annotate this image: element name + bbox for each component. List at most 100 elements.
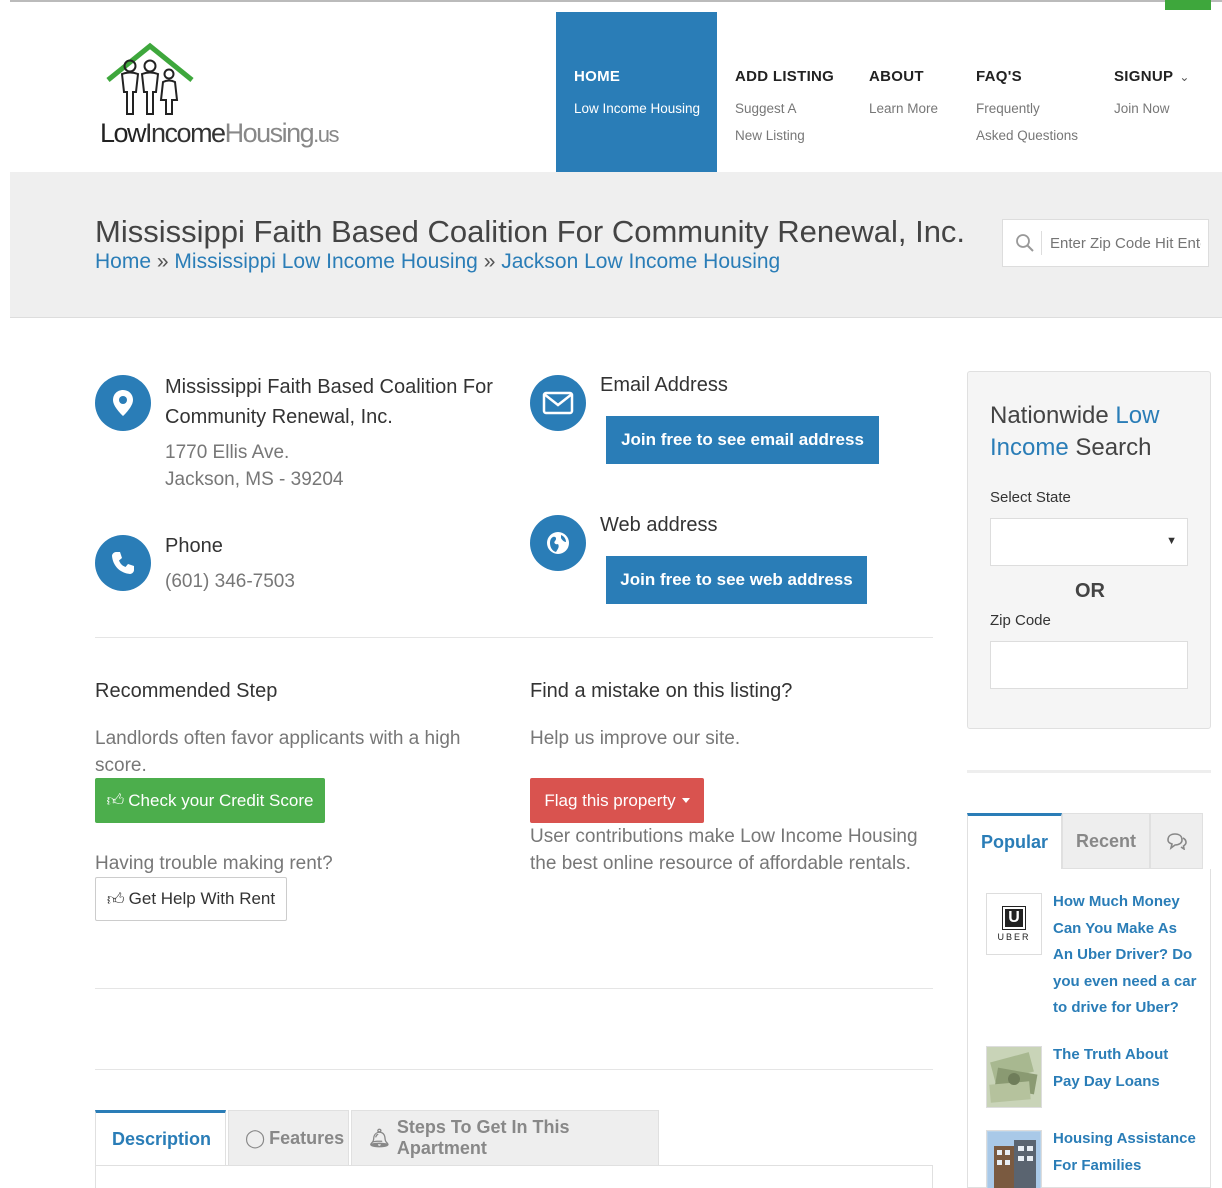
nav-add-listing-sub: Suggest A xyxy=(735,101,797,116)
apartment-thumbnail xyxy=(986,1130,1042,1188)
zip-code-input[interactable] xyxy=(990,641,1188,689)
listing-tabs: Description ◯ Features 🔔︎ Steps To Get In … xyxy=(95,1110,661,1166)
breadcrumb-sep: » xyxy=(483,250,496,273)
popular-posts: U UBER How Much Money Can You Make As An… xyxy=(967,869,1211,1188)
search-icon xyxy=(1016,234,1034,252)
mistake-text: Help us improve our site. xyxy=(530,728,741,749)
flag-property-button[interactable]: Flag this property xyxy=(530,778,704,823)
address-line2: Jackson, MS - 39204 xyxy=(165,469,344,490)
house-family-icon xyxy=(106,42,194,115)
site-logo[interactable]: LowIncomeHousing.us xyxy=(100,42,340,162)
nav-faqs-sub2: Asked Questions xyxy=(976,128,1079,143)
rent-question: Having trouble making rent? xyxy=(95,853,333,874)
nav-signup-sub: Join Now xyxy=(1114,101,1170,116)
uber-icon: U xyxy=(1002,905,1026,930)
listing-name: Mississippi Faith Based Coalition For Co… xyxy=(165,376,493,428)
lightbulb-icon: ◯ xyxy=(245,1127,266,1148)
tab-recent[interactable]: Recent xyxy=(1062,813,1150,869)
top-border xyxy=(10,0,1222,4)
breadcrumb-home[interactable]: Home xyxy=(95,250,151,273)
caret-down-icon xyxy=(681,798,690,803)
nav-add-listing-sub2: New Listing xyxy=(735,128,805,143)
nav-add-listing[interactable]: ADD LISTING Suggest A New Listing xyxy=(717,12,851,172)
listing-address: 1770 Ellis Ave. Jackson, MS - 39204 xyxy=(165,439,343,493)
nav-faqs-sub: Frequently xyxy=(976,101,1040,116)
phone-label: Phone xyxy=(165,535,223,557)
comments-icon xyxy=(1166,833,1187,850)
nationwide-search-widget: Nationwide Low Income Search Select State… xyxy=(967,371,1211,729)
globe-icon xyxy=(530,515,586,571)
page-title: Mississippi Faith Based Coalition For Co… xyxy=(95,214,966,249)
post-title[interactable]: The Truth About Pay Day Loans xyxy=(1053,1042,1199,1095)
nav-add-listing-title: ADD LISTING xyxy=(735,68,835,85)
tab-content xyxy=(95,1165,933,1188)
divider xyxy=(95,1069,933,1070)
nav-about[interactable]: ABOUT Learn More xyxy=(851,12,958,172)
nav-about-sub: Learn More xyxy=(869,101,939,116)
title-bar: Mississippi Faith Based Coalition For Co… xyxy=(10,172,1222,318)
sidebar-divider xyxy=(967,770,1211,773)
money-thumbnail xyxy=(986,1046,1042,1108)
breadcrumb: Home » Mississippi Low Income Housing » … xyxy=(95,250,780,274)
tab-popular[interactable]: Popular xyxy=(967,813,1062,869)
zip-label: Zip Code xyxy=(990,612,1051,629)
uber-wordmark: UBER xyxy=(997,931,1031,942)
post-title[interactable]: How Much Money Can You Make As An Uber D… xyxy=(1053,889,1199,1022)
check-credit-button[interactable]: 👍︎ Check your Credit Score xyxy=(95,778,325,823)
get-help-rent-button[interactable]: 👍︎ Get Help With Rent xyxy=(95,877,287,921)
state-label: Select State xyxy=(990,489,1071,506)
bell-icon: 🔔︎ xyxy=(368,1127,391,1148)
tab-steps-label: Steps To Get In This Apartment xyxy=(396,1117,570,1158)
post-title[interactable]: Housing Assistance For Families xyxy=(1053,1126,1199,1179)
breadcrumb-city[interactable]: Jackson Low Income Housing xyxy=(501,250,780,273)
logo-wordmark: LowIncomeHousing.us xyxy=(100,118,339,148)
thumbs-up-icon: 👍︎ xyxy=(106,791,125,810)
main-nav: HOME Low Income Housing ADD LISTING Sugg… xyxy=(556,12,1206,172)
thumbs-up-icon: 👍︎ xyxy=(106,889,125,909)
check-credit-label: Check your Credit Score xyxy=(128,790,314,810)
email-join-button[interactable]: Join free to see email address xyxy=(606,416,879,464)
nav-home[interactable]: HOME Low Income Housing xyxy=(556,12,717,172)
or-label: OR xyxy=(1075,580,1105,602)
tab-steps[interactable]: 🔔︎ Steps To Get In This Apartment xyxy=(351,1110,659,1166)
address-line1: 1770 Ellis Ave. xyxy=(165,442,290,463)
web-join-button[interactable]: Join free to see web address xyxy=(606,556,867,604)
tab-features[interactable]: ◯ Features xyxy=(228,1110,349,1166)
sidebar-tabs: Popular Recent xyxy=(967,813,1211,869)
uber-thumbnail: U UBER xyxy=(986,893,1042,955)
nav-about-title: ABOUT xyxy=(869,68,924,85)
nav-home-title: HOME xyxy=(574,68,621,85)
nav-home-sub: Low Income Housing xyxy=(574,101,701,116)
zip-search-input[interactable] xyxy=(1041,231,1201,255)
email-label: Email Address xyxy=(600,374,728,396)
tab-comments[interactable] xyxy=(1150,813,1203,869)
nav-faqs-title: FAQ'S xyxy=(976,68,1022,85)
divider xyxy=(95,988,933,989)
nav-faqs[interactable]: FAQ'S Frequently Asked Questions xyxy=(958,12,1096,172)
mistake-heading: Find a mistake on this listing? xyxy=(530,680,793,702)
nav-signup-title: SIGNUP ⌄ xyxy=(1114,68,1190,85)
envelope-icon xyxy=(530,375,586,431)
chevron-down-icon: ⌄ xyxy=(1179,70,1190,84)
caret-down-icon: ▼ xyxy=(1166,535,1177,547)
map-marker-icon xyxy=(95,375,151,431)
site-header: LowIncomeHousing.us HOME Low Income Hous… xyxy=(10,12,1222,172)
phone-value: (601) 346-7503 xyxy=(165,571,295,592)
tab-description[interactable]: Description xyxy=(95,1110,226,1166)
recommended-text: Landlords often favor applicants with a … xyxy=(95,728,461,776)
get-help-rent-label: Get Help With Rent xyxy=(128,889,276,908)
nav-signup[interactable]: SIGNUP ⌄ Join Now xyxy=(1096,12,1206,172)
state-select[interactable]: ▼ xyxy=(990,518,1188,566)
top-accent xyxy=(1165,0,1211,10)
flag-property-label: Flag this property xyxy=(544,790,676,810)
zip-search-box xyxy=(1002,219,1209,267)
breadcrumb-sep: » xyxy=(156,250,169,273)
phone-icon xyxy=(95,535,151,591)
divider xyxy=(95,637,933,638)
tab-features-label: Features xyxy=(269,1127,345,1148)
breadcrumb-state[interactable]: Mississippi Low Income Housing xyxy=(174,250,477,273)
web-label: Web address xyxy=(600,514,718,536)
widget-title: Nationwide Low Income Search xyxy=(990,402,1160,461)
recommended-heading: Recommended Step xyxy=(95,680,278,702)
mistake-note: User contributions make Low Income Housi… xyxy=(530,826,918,874)
